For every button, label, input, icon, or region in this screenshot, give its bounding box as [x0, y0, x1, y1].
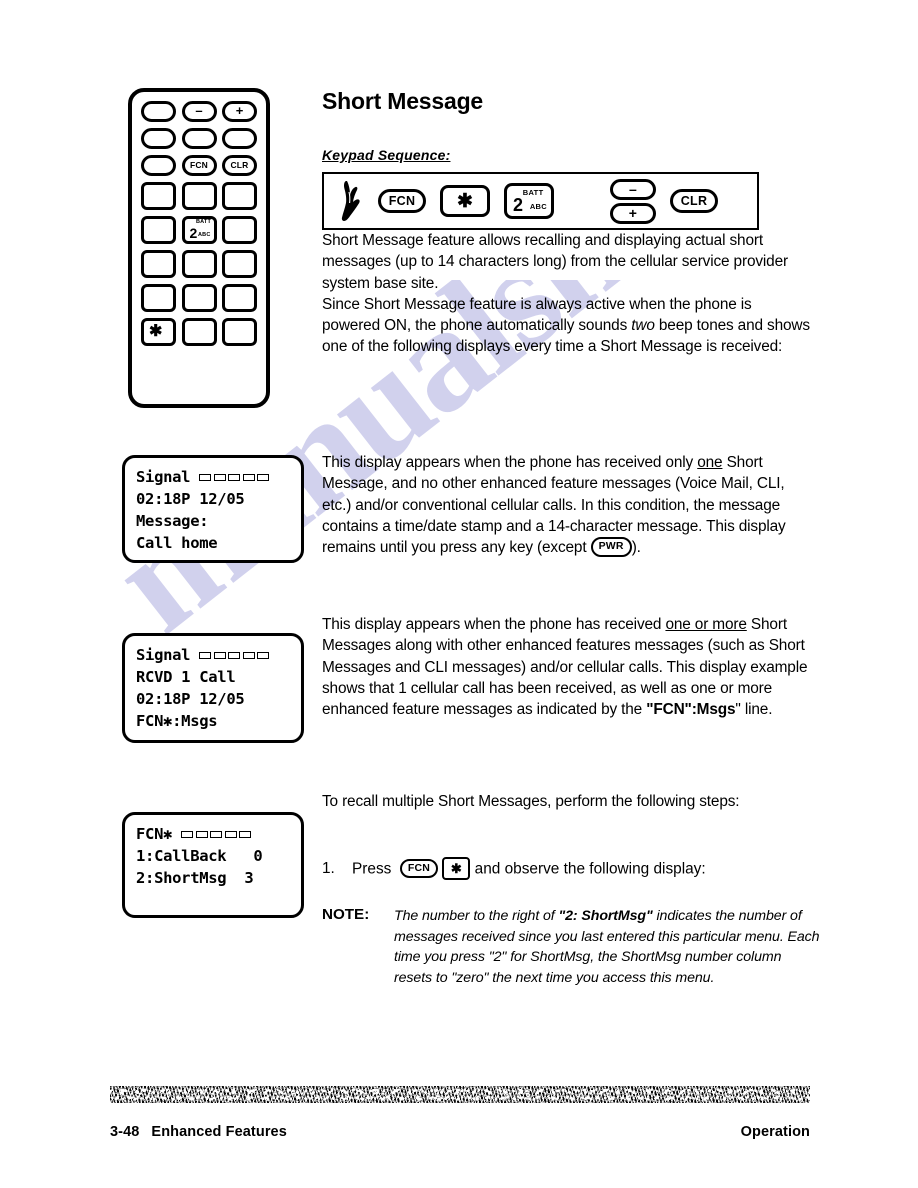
keypad-key-blank	[181, 318, 217, 346]
paragraph-display-two: This display appears when the phone has …	[322, 616, 808, 718]
page-footer: 3-48 Enhanced Features Operation	[110, 1124, 810, 1140]
keypad-key-minus: –	[181, 101, 217, 122]
footer-section-title: Operation	[740, 1124, 810, 1140]
keypad-key-blank	[141, 284, 176, 312]
paragraph-always-active: Since Short Message feature is always ac…	[322, 295, 810, 356]
lcd-display-one-or-more-messages: Signal RCVD 1 Call 02:18P 12/05 FCN✱:Msg…	[122, 633, 304, 743]
keypad-row-8: ✱	[132, 318, 266, 346]
keypad-row-2	[132, 128, 266, 149]
emphasis-two: two	[631, 317, 655, 334]
step-list: 1. Press FCN ✱ and observe the following…	[322, 857, 812, 881]
pwr-key-icon: PWR	[590, 537, 632, 557]
signal-strength-bars	[181, 830, 252, 838]
pointing-hand-icon	[341, 181, 360, 221]
signal-strength-bars	[199, 473, 270, 481]
paragraph-recall-steps: To recall multiple Short Messages, perfo…	[322, 793, 740, 810]
note-block: NOTE: The number to the right of "2: Sho…	[322, 906, 822, 988]
keypad-key-blank	[141, 182, 176, 210]
note-text: The number to the right of "2: ShortMsg"…	[394, 908, 820, 986]
paragraph-display-one: This display appears when the phone has …	[322, 454, 786, 557]
keypad-key-fcn: FCN	[181, 155, 217, 176]
signal-strength-bars	[199, 651, 270, 659]
note-label: NOTE:	[322, 906, 370, 923]
keypad-sequence-label: Keypad Sequence:	[322, 147, 451, 163]
footer-left: 3-48 Enhanced Features	[110, 1124, 287, 1140]
footer-page-number: 3-48	[110, 1124, 140, 1140]
lcd-line-timestamp: 02:18P 12/05	[136, 690, 245, 708]
keypad-key-two-batt: BATT 2 ABC	[181, 216, 217, 244]
star-key-icon: ✱	[442, 857, 471, 880]
lcd-line-shortmsg-entry: 2:ShortMsg 3	[136, 869, 254, 887]
keypad-key-blank	[141, 128, 176, 149]
keypad-key-blank	[181, 128, 217, 149]
lcd-line-signal: Signal	[136, 466, 301, 488]
step-number: 1.	[322, 860, 335, 877]
keypad-key-blank	[222, 318, 257, 346]
emphasis-one-or-more: one or more	[665, 616, 747, 633]
seq-key-clr: CLR	[670, 189, 718, 213]
seq-key-plus: +	[610, 202, 656, 224]
keypad-key-blank	[141, 155, 176, 176]
left-illustration-column: – + FCN CLR BATT 2 ABC ✱	[120, 88, 315, 408]
phone-keypad-diagram: – + FCN CLR BATT 2 ABC ✱	[128, 88, 270, 408]
note-emphasis: "2: ShortMsg"	[558, 908, 653, 924]
seq-key-fcn: FCN	[378, 189, 426, 213]
keypad-row-3: FCN CLR	[132, 155, 266, 176]
minus-icon: –	[195, 103, 203, 118]
lcd-line-callback-entry: 1:CallBack 0	[136, 847, 263, 865]
plus-icon: +	[235, 103, 244, 118]
keypad-key-blank	[141, 101, 176, 122]
lcd-line-received-calls: RCVD 1 Call	[136, 668, 236, 686]
lcd-display-msgs-menu: FCN✱ 1:CallBack 0 2:ShortMsg 3	[122, 812, 304, 918]
seq-key-two-batt: BATT 2 ABC	[504, 183, 554, 219]
keypad-key-blank	[141, 216, 176, 244]
keypad-sequence-box: FCN ✱ BATT 2 ABC – + CLR	[322, 172, 759, 230]
keypad-row-7	[132, 284, 266, 312]
lcd-line-fcn-star: FCN✱	[136, 823, 301, 845]
lcd-display-one-short-message: Signal 02:18P 12/05 Message: Call home	[122, 455, 304, 563]
keypad-row-4	[132, 182, 266, 210]
keypad-key-star: ✱	[141, 318, 176, 346]
keypad-key-clr: CLR	[222, 155, 257, 176]
keypad-key-blank	[181, 182, 217, 210]
footer-chapter-title: Enhanced Features	[151, 1124, 287, 1140]
keypad-row-5: BATT 2 ABC	[132, 216, 266, 244]
emphasis-fcn-msgs: "FCN":Msgs	[646, 701, 736, 718]
page-title: Short Message	[322, 88, 484, 114]
keypad-key-blank	[141, 250, 176, 278]
fcn-key-icon: FCN	[399, 858, 439, 879]
star-icon: ✱	[149, 323, 163, 340]
keypad-key-blank	[222, 216, 257, 244]
paragraph-intro: Short Message feature allows recalling a…	[322, 232, 788, 292]
lcd-line-timestamp: 02:18P 12/05	[136, 490, 245, 508]
seq-key-volume-pair: – +	[610, 178, 656, 224]
emphasis-one: one	[697, 454, 723, 471]
keypad-key-blank	[222, 182, 257, 210]
keypad-row-1: – +	[132, 101, 266, 122]
step-text: Press FCN ✱ and observe the following di…	[352, 857, 812, 881]
right-text-column: Short Message Keypad Sequence: FCN ✱ BAT…	[322, 88, 812, 358]
keypad-key-blank	[181, 250, 217, 278]
lcd-line-message-label: Message:	[136, 512, 209, 530]
lcd-line-fcn-msgs: FCN✱:Msgs	[136, 712, 218, 730]
keypad-key-plus: +	[222, 101, 257, 122]
keypad-row-6	[132, 250, 266, 278]
footer-divider-bar	[110, 1086, 810, 1103]
seq-key-minus: –	[610, 178, 656, 200]
lcd-line-message-body: Call home	[136, 534, 218, 552]
step-item-1: 1. Press FCN ✱ and observe the following…	[322, 857, 812, 881]
keypad-key-blank	[181, 284, 217, 312]
keypad-key-blank	[222, 284, 257, 312]
lcd-line-signal: Signal	[136, 644, 301, 666]
keypad-key-blank	[222, 250, 257, 278]
keypad-key-blank	[222, 128, 257, 149]
seq-key-star: ✱	[440, 185, 490, 217]
manual-page: – + FCN CLR BATT 2 ABC ✱ Signal 02:18P 1…	[0, 0, 918, 1188]
